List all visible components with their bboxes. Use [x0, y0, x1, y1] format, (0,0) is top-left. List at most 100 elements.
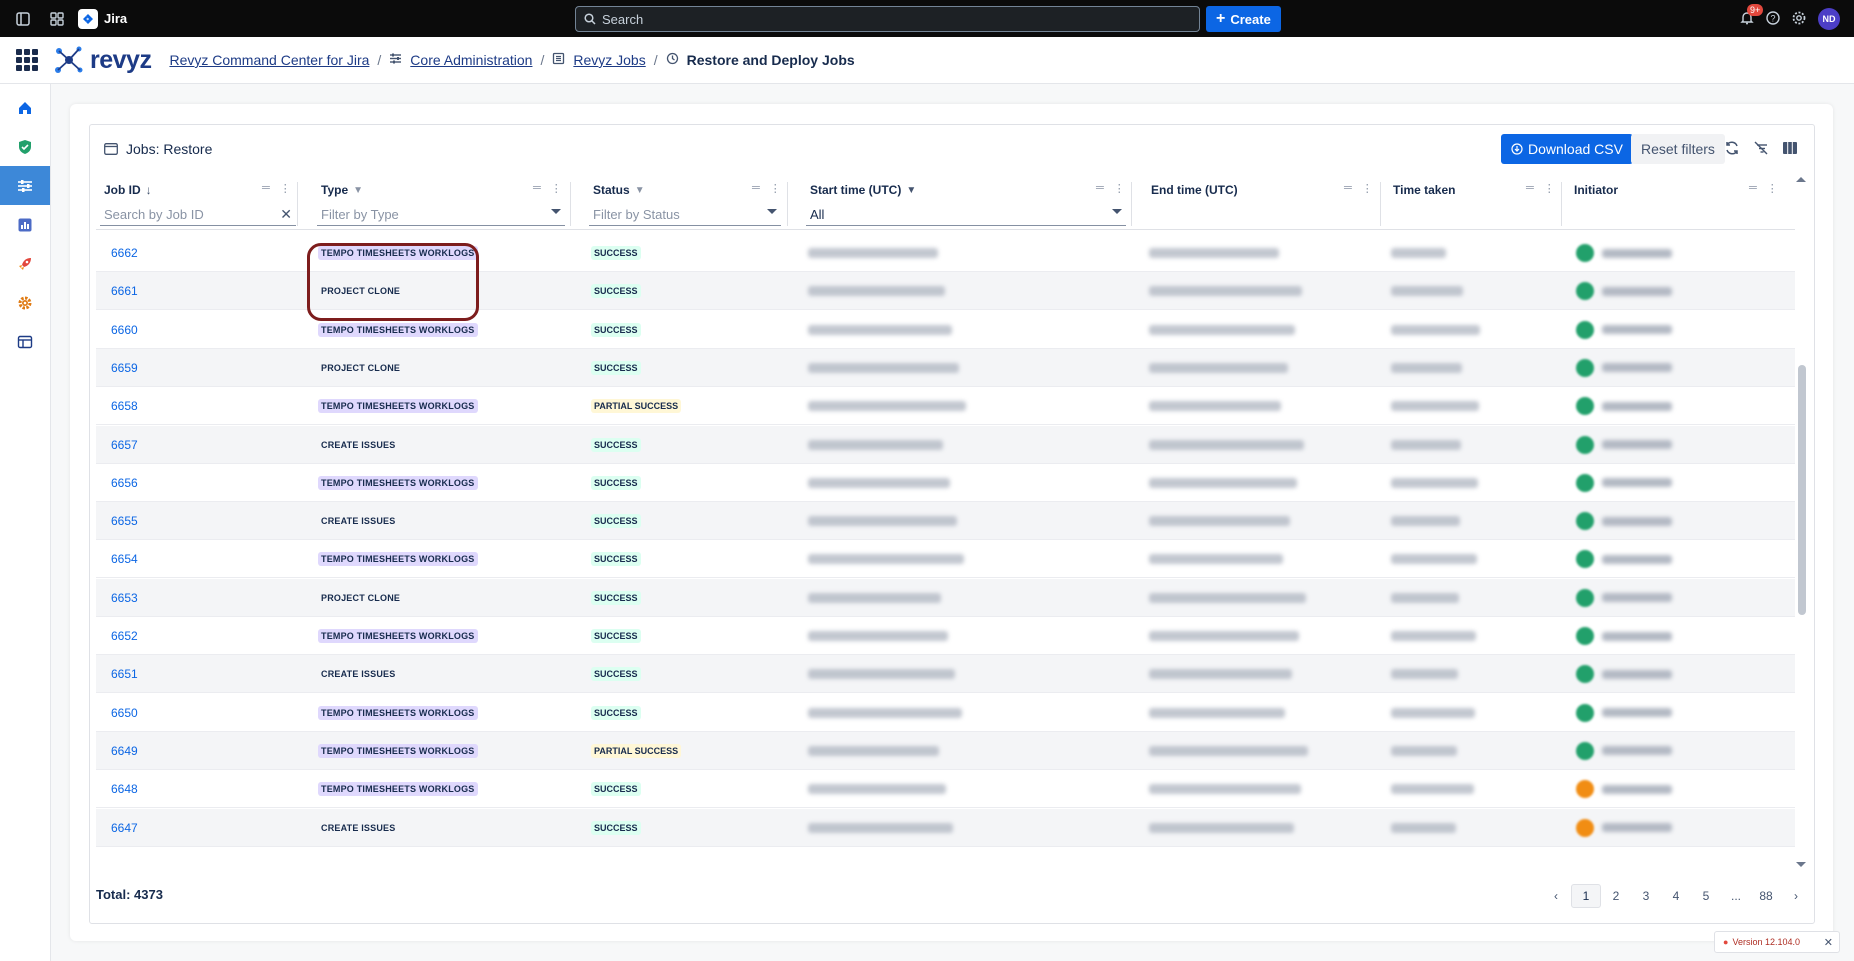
breadcrumb-core-administration[interactable]: Core Administration: [410, 52, 532, 68]
column-header-status[interactable]: Status ▼: [593, 178, 645, 202]
job-id-link[interactable]: 6650: [111, 706, 138, 720]
drag-handle-icon[interactable]: ═: [752, 182, 760, 195]
column-menu-icon[interactable]: ⋮: [280, 182, 291, 195]
user-avatar[interactable]: ND: [1818, 8, 1840, 30]
revyz-logo[interactable]: revyz: [52, 43, 152, 77]
job-id-link[interactable]: 6660: [111, 323, 138, 337]
clear-icon[interactable]: ✕: [280, 206, 292, 223]
job-id-link[interactable]: 6658: [111, 399, 138, 413]
page-2[interactable]: 2: [1601, 884, 1631, 908]
job-id-search-input[interactable]: Search by Job ID ✕: [100, 204, 296, 226]
column-divider[interactable]: [1561, 182, 1562, 226]
job-id-link[interactable]: 6652: [111, 629, 138, 643]
sidebar-toggle-icon[interactable]: [14, 10, 32, 28]
drag-handle-icon[interactable]: ═: [1344, 182, 1352, 195]
nav-home[interactable]: [0, 88, 50, 127]
next-page-icon[interactable]: ›: [1781, 884, 1811, 908]
notifications-button[interactable]: 9+: [1740, 3, 1764, 28]
nav-security[interactable]: [0, 127, 50, 166]
table-row[interactable]: 6655 CREATE ISSUES SUCCESS: [96, 502, 1795, 541]
column-menu-icon[interactable]: ⋮: [1114, 182, 1125, 195]
app-switcher-icon[interactable]: [48, 10, 66, 28]
column-divider[interactable]: [787, 182, 788, 226]
page-5[interactable]: 5: [1691, 884, 1721, 908]
drag-handle-icon[interactable]: ═: [533, 182, 541, 195]
drag-handle-icon[interactable]: ═: [262, 182, 270, 195]
job-id-link[interactable]: 6657: [111, 438, 138, 452]
type-filter-select[interactable]: Filter by Type: [317, 204, 565, 226]
table-row[interactable]: 6658 TEMPO TIMESHEETS WORKLOGS PARTIAL SUC…: [96, 387, 1795, 426]
gear-icon[interactable]: [1792, 11, 1806, 28]
table-row[interactable]: 6654 TEMPO TIMESHEETS WORKLOGS SUCCESS: [96, 540, 1795, 579]
job-id-link[interactable]: 6656: [111, 476, 138, 490]
apps-menu-icon[interactable]: [16, 49, 38, 71]
table-row[interactable]: 6653 PROJECT CLONE SUCCESS: [96, 578, 1795, 617]
job-id-link[interactable]: 6649: [111, 744, 138, 758]
help-icon[interactable]: ?: [1766, 10, 1780, 28]
nav-settings[interactable]: [0, 283, 50, 322]
pagination-ellipsis[interactable]: ...: [1721, 884, 1751, 908]
table-row[interactable]: 6659 PROJECT CLONE SUCCESS: [96, 348, 1795, 387]
column-menu-icon[interactable]: ⋮: [551, 182, 562, 195]
breadcrumb-revyz-jobs[interactable]: Revyz Jobs: [573, 52, 645, 68]
scrollbar-thumb[interactable]: [1798, 365, 1806, 615]
column-header-job-id[interactable]: Job ID ↓: [104, 178, 152, 202]
jira-logo[interactable]: Jira: [78, 8, 127, 29]
column-header-start-time[interactable]: Start time (UTC) ▼: [810, 178, 916, 202]
nav-jobs[interactable]: [0, 322, 50, 361]
status-filter-select[interactable]: Filter by Status: [589, 204, 781, 226]
column-menu-icon[interactable]: ⋮: [1767, 182, 1778, 195]
column-divider[interactable]: [297, 182, 298, 226]
download-csv-button[interactable]: Download CSV: [1501, 134, 1633, 164]
page-3[interactable]: 3: [1631, 884, 1661, 908]
job-id-link[interactable]: 6647: [111, 821, 138, 835]
column-divider[interactable]: [1380, 182, 1381, 226]
columns-icon[interactable]: [1782, 140, 1798, 159]
refresh-icon[interactable]: [1724, 140, 1740, 159]
job-id-link[interactable]: 6655: [111, 514, 138, 528]
column-menu-icon[interactable]: ⋮: [770, 182, 781, 195]
column-header-end-time[interactable]: End time (UTC): [1151, 178, 1238, 202]
close-icon[interactable]: ✕: [1824, 936, 1833, 949]
job-id-link[interactable]: 6654: [111, 552, 138, 566]
vertical-scrollbar[interactable]: [1796, 175, 1806, 867]
table-row[interactable]: 6647 CREATE ISSUES SUCCESS: [96, 808, 1795, 847]
nav-administration[interactable]: [0, 166, 50, 205]
job-id-link[interactable]: 6659: [111, 361, 138, 375]
page-4[interactable]: 4: [1661, 884, 1691, 908]
breadcrumb-command-center[interactable]: Revyz Command Center for Jira: [169, 52, 369, 68]
job-id-link[interactable]: 6662: [111, 246, 138, 260]
table-row[interactable]: 6649 TEMPO TIMESHEETS WORKLOGS PARTIAL SUC…: [96, 731, 1795, 770]
table-row[interactable]: 6650 TEMPO TIMESHEETS WORKLOGS SUCCESS: [96, 694, 1795, 732]
column-header-time-taken[interactable]: Time taken: [1393, 178, 1455, 202]
column-divider[interactable]: [1131, 182, 1132, 226]
create-button[interactable]: + Create: [1206, 6, 1281, 32]
table-row[interactable]: 6657 CREATE ISSUES SUCCESS: [96, 425, 1795, 464]
nav-deploy[interactable]: [0, 244, 50, 283]
column-header-initiator[interactable]: Initiator: [1574, 178, 1618, 202]
table-row[interactable]: 6656 TEMPO TIMESHEETS WORKLOGS SUCCESS: [96, 464, 1795, 502]
drag-handle-icon[interactable]: ═: [1526, 182, 1534, 195]
job-id-link[interactable]: 6651: [111, 667, 138, 681]
page-1[interactable]: 1: [1571, 884, 1601, 908]
column-divider[interactable]: [570, 182, 571, 226]
column-menu-icon[interactable]: ⋮: [1544, 182, 1555, 195]
table-row[interactable]: 6651 CREATE ISSUES SUCCESS: [96, 655, 1795, 694]
global-search-input[interactable]: Search: [575, 6, 1200, 32]
column-header-type[interactable]: Type ▼: [321, 178, 363, 202]
table-row[interactable]: 6652 TEMPO TIMESHEETS WORKLOGS SUCCESS: [96, 617, 1795, 655]
start-time-filter-select[interactable]: All: [806, 204, 1126, 226]
job-id-link[interactable]: 6661: [111, 284, 138, 298]
scroll-up-icon[interactable]: [1796, 177, 1806, 182]
table-row[interactable]: 6648 TEMPO TIMESHEETS WORKLOGS SUCCESS: [96, 770, 1795, 809]
nav-reports[interactable]: [0, 205, 50, 244]
reset-filters-button[interactable]: Reset filters: [1631, 134, 1725, 164]
column-menu-icon[interactable]: ⋮: [1362, 182, 1373, 195]
scroll-down-icon[interactable]: [1796, 862, 1806, 867]
job-id-link[interactable]: 6653: [111, 591, 138, 605]
clear-filters-icon[interactable]: [1753, 140, 1769, 159]
job-id-link[interactable]: 6648: [111, 782, 138, 796]
drag-handle-icon[interactable]: ═: [1749, 182, 1757, 195]
page-88[interactable]: 88: [1751, 884, 1781, 908]
drag-handle-icon[interactable]: ═: [1096, 182, 1104, 195]
